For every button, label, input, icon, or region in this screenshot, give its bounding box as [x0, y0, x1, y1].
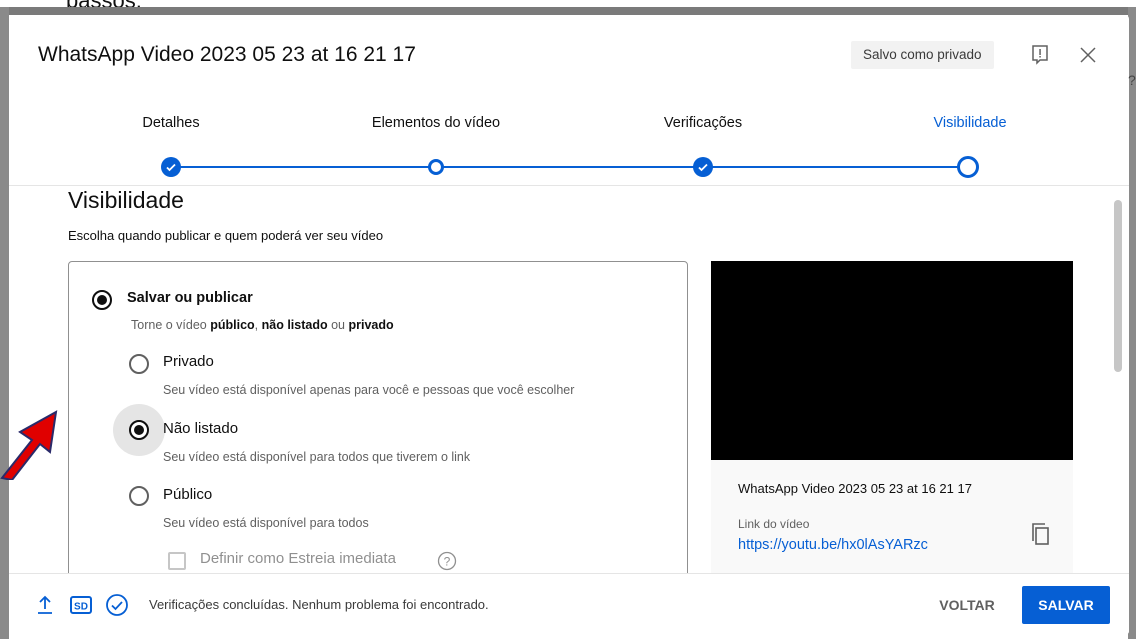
dialog-title: WhatsApp Video 2023 05 23 at 16 21 17: [38, 43, 416, 66]
step-elementos[interactable]: Elementos do vídeo: [350, 115, 522, 131]
copy-icon[interactable]: [1029, 521, 1053, 549]
unlisted-description: Seu vídeo está disponível para todos que…: [163, 450, 471, 464]
step-detalhes[interactable]: Detalhes: [111, 115, 231, 131]
content-scrollbar[interactable]: [1112, 198, 1124, 572]
step-verificacoes-check-icon[interactable]: [693, 157, 713, 177]
visibility-content: Visibilidade Escolha quando publicar e q…: [9, 186, 1129, 573]
video-link-label: Link do vídeo: [738, 517, 810, 531]
checks-status-text: Verificações concluídas. Nenhum problema…: [149, 597, 489, 612]
background-edge-glyph: ?: [1128, 72, 1136, 88]
section-description: Escolha quando publicar e quem poderá ve…: [68, 228, 384, 243]
preview-video-title: WhatsApp Video 2023 05 23 at 16 21 17: [738, 481, 972, 496]
unlisted-label: Não listado: [163, 420, 239, 437]
upload-dialog: WhatsApp Video 2023 05 23 at 16 21 17 Sa…: [9, 15, 1129, 635]
step-visibilidade[interactable]: Visibilidade: [905, 115, 1035, 131]
section-title: Visibilidade: [68, 187, 184, 213]
public-label: Público: [163, 486, 213, 503]
private-description: Seu vídeo está disponível apenas para vo…: [163, 383, 575, 397]
save-publish-label: Salvar ou publicar: [127, 290, 253, 306]
unlisted-radio[interactable]: [129, 420, 149, 440]
step-visibilidade-dot-icon[interactable]: [957, 156, 979, 178]
save-publish-radio[interactable]: [92, 290, 112, 310]
save-button[interactable]: SALVAR: [1022, 586, 1110, 624]
help-icon[interactable]: ?: [437, 551, 457, 571]
sd-quality-icon[interactable]: SD: [69, 593, 93, 617]
step-verificacoes[interactable]: Verificações: [638, 115, 768, 131]
video-link[interactable]: https://youtu.be/hx0lAsYARzc: [738, 537, 928, 553]
svg-text:?: ?: [444, 555, 451, 569]
private-radio[interactable]: [129, 354, 149, 374]
step-elementos-dot-icon[interactable]: [428, 159, 444, 175]
video-preview-card: WhatsApp Video 2023 05 23 at 16 21 17 Li…: [711, 261, 1073, 573]
premiere-checkbox[interactable]: [168, 552, 186, 570]
private-label: Privado: [163, 353, 214, 370]
stepper-progress-line: [179, 166, 959, 168]
backdrop-strip: [0, 7, 1136, 15]
save-publish-box: Salvar ou publicar Torne o vídeo público…: [68, 261, 688, 573]
dialog-header: WhatsApp Video 2023 05 23 at 16 21 17 Sa…: [9, 15, 1129, 85]
step-detalhes-check-icon[interactable]: [161, 157, 181, 177]
checks-complete-icon[interactable]: [105, 593, 129, 617]
public-radio[interactable]: [129, 486, 149, 506]
video-player[interactable]: [711, 261, 1073, 460]
backdrop-left: [0, 7, 9, 639]
red-arrow-annotation: [0, 410, 58, 480]
feedback-icon[interactable]: [1028, 43, 1052, 67]
premiere-label: Definir como Estreia imediata: [200, 550, 396, 567]
back-button[interactable]: VOLTAR: [929, 588, 1005, 622]
upload-stepper: Detalhes Elementos do vídeo Verificações…: [9, 85, 1129, 186]
saved-status-badge: Salvo como privado: [851, 41, 994, 69]
close-icon[interactable]: [1076, 43, 1100, 67]
dialog-footer: SD Verificações concluídas. Nenhum probl…: [9, 573, 1129, 635]
public-description: Seu vídeo está disponível para todos: [163, 516, 369, 530]
upload-icon[interactable]: [33, 593, 57, 617]
sd-badge-text: SD: [74, 602, 88, 613]
scrollbar-thumb[interactable]: [1114, 200, 1122, 372]
save-publish-subtitle: Torne o vídeo público, não listado ou pr…: [131, 318, 394, 332]
backdrop-right: [1128, 7, 1136, 639]
